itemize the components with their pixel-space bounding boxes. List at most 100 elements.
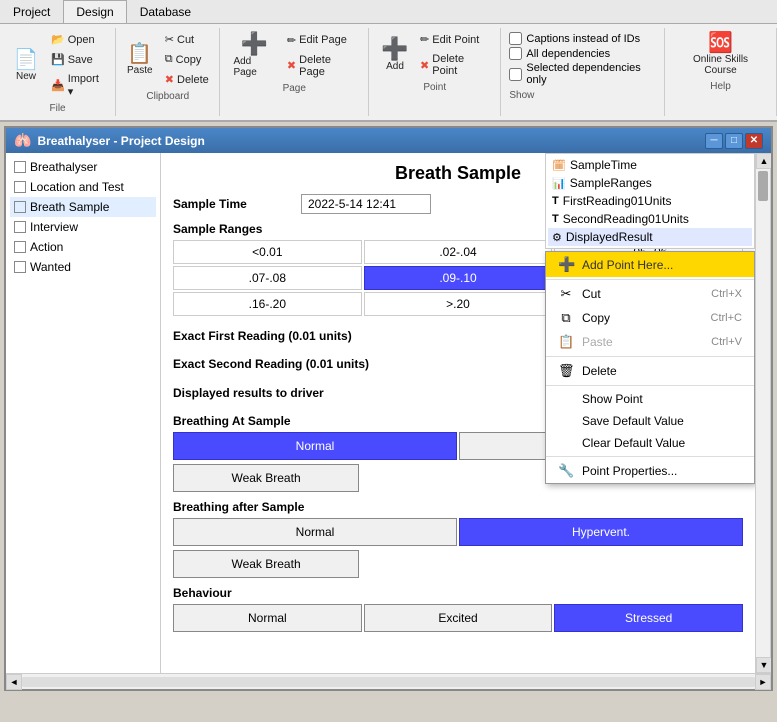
ctx-delete[interactable]: 🗑 Delete — [546, 359, 754, 383]
ctx-show-point[interactable]: Show Point — [546, 388, 754, 410]
btn-copy[interactable]: ⧉ Copy — [160, 50, 214, 69]
field-sample-ranges[interactable]: 📊 SampleRanges — [548, 174, 752, 192]
btn-delete-page[interactable]: ✖ Delete Page — [282, 51, 360, 81]
btn-delete-point[interactable]: ✖ Delete Point — [415, 50, 492, 80]
add-page-icon: ➕ — [240, 33, 267, 55]
cb-location — [14, 181, 26, 193]
sidebar-item-breath-sample[interactable]: Breath Sample — [10, 197, 156, 217]
sidebar-item-location[interactable]: Location and Test — [10, 177, 156, 197]
cb-breath — [14, 201, 26, 213]
btn-save[interactable]: 💾 Save — [46, 50, 107, 69]
delete-page-icon: ✖ — [287, 59, 296, 72]
ctx-sep-2 — [546, 356, 754, 357]
sample-time-label: Sample Time — [173, 197, 293, 211]
field-icon-3: T — [552, 195, 559, 207]
tab-project[interactable]: Project — [0, 0, 63, 23]
behaviour-excited[interactable]: Excited — [364, 604, 553, 632]
ctx-copy[interactable]: ⧉ Copy Ctrl+C — [546, 306, 754, 330]
win-minimize[interactable]: ─ — [705, 133, 723, 149]
scroll-thumb[interactable] — [758, 171, 768, 201]
breathing-at-normal[interactable]: Normal — [173, 432, 457, 460]
breathing-after-hypervent[interactable]: Hypervent. — [459, 518, 743, 546]
scroll-down-btn[interactable]: ▼ — [756, 657, 771, 673]
open-icon: 📂 — [51, 33, 65, 46]
copy-icon: ⧉ — [165, 53, 173, 66]
btn-delete-clip[interactable]: ✖ Delete — [160, 70, 214, 89]
field-second-reading[interactable]: T SecondReading01Units — [548, 210, 752, 228]
btn-paste[interactable]: 📋 Paste — [122, 41, 158, 79]
btn-edit-point[interactable]: ✏ Edit Point — [415, 30, 492, 49]
range-cell-3[interactable]: .07-.08 — [173, 266, 362, 290]
ctx-add-point[interactable]: ➕ Add Point Here... — [546, 252, 754, 277]
ctx-cut-icon: ✂ — [558, 286, 574, 302]
range-cell-1[interactable]: .02-.04 — [364, 240, 553, 264]
tab-database[interactable]: Database — [127, 0, 204, 23]
delete-point-icon: ✖ — [420, 59, 429, 72]
btn-open[interactable]: 📂 Open — [46, 30, 107, 49]
breathing-after-group: Normal Hypervent. — [173, 518, 743, 546]
btn-new[interactable]: 📄 New — [8, 47, 44, 85]
behaviour-group: Normal Excited Stressed — [173, 604, 743, 632]
scroll-up-btn[interactable]: ▲ — [756, 153, 771, 169]
btn-import[interactable]: 📥 Import ▾ — [46, 70, 107, 101]
behaviour-normal[interactable]: Normal — [173, 604, 362, 632]
cut-icon: ✂ — [165, 33, 174, 46]
ctx-save-default[interactable]: Save Default Value — [546, 410, 754, 432]
breathing-after-label: Breathing after Sample — [173, 500, 743, 514]
range-cell-4[interactable]: .09-.10 — [364, 266, 553, 290]
range-cell-0[interactable]: <0.01 — [173, 240, 362, 264]
btn-edit-page[interactable]: ✏ Edit Page — [282, 31, 360, 50]
tab-design[interactable]: Design — [63, 0, 126, 23]
ctx-clear-default[interactable]: Clear Default Value — [546, 432, 754, 454]
breathing-after-normal[interactable]: Normal — [173, 518, 457, 546]
field-displayed-result[interactable]: ⚙ DisplayedResult — [548, 228, 752, 246]
field-first-reading[interactable]: T FirstReading01Units — [548, 192, 752, 210]
scroll-left-btn[interactable]: ◄ — [6, 674, 22, 690]
breathing-at-weak[interactable]: Weak Breath — [173, 464, 359, 492]
show-all-deps[interactable]: All dependencies — [509, 47, 610, 60]
range-cell-7[interactable]: >.20 — [364, 292, 553, 316]
scroll-track — [756, 169, 770, 657]
file-group-label: File — [50, 103, 66, 114]
field-sample-time[interactable]: 🗓 SampleTime — [548, 156, 752, 174]
ribbon: Project Design Database 📄 New 📂 Open 💾 — [0, 0, 777, 122]
ctx-cut[interactable]: ✂ Cut Ctrl+X — [546, 282, 754, 306]
sidebar-item-wanted[interactable]: Wanted — [10, 257, 156, 277]
breathing-after-weak[interactable]: Weak Breath — [173, 550, 359, 578]
btn-add-point[interactable]: ➕ Add — [377, 35, 413, 75]
add-point-icon: ➕ — [381, 38, 408, 60]
win-maximize[interactable]: □ — [725, 133, 743, 149]
captions-checkbox[interactable] — [509, 32, 522, 45]
win-close[interactable]: ✕ — [745, 133, 763, 149]
all-deps-checkbox[interactable] — [509, 47, 522, 60]
show-captions[interactable]: Captions instead of IDs — [509, 32, 640, 45]
btn-cut[interactable]: ✂ Cut — [160, 30, 214, 49]
bottom-scrollbar: ◄ ► — [6, 673, 771, 689]
field-icon-1: 🗓 — [552, 159, 566, 172]
sidebar-item-breathalyser[interactable]: Breathalyser — [10, 157, 156, 177]
sidebar-item-action[interactable]: Action — [10, 237, 156, 257]
behaviour-stressed[interactable]: Stressed — [554, 604, 743, 632]
range-cell-6[interactable]: .16-.20 — [173, 292, 362, 316]
help-group-label: Help — [710, 81, 731, 92]
sidebar-item-interview[interactable]: Interview — [10, 217, 156, 237]
ribbon-group-point: ➕ Add ✏ Edit Point ✖ Delete Point Point — [369, 28, 501, 116]
ctx-point-props[interactable]: 🔧 Point Properties... — [546, 459, 754, 483]
ribbon-group-file: 📄 New 📂 Open 💾 Save 📥 Import ▾ — [0, 28, 116, 116]
show-selected-deps[interactable]: Selected dependencies only — [509, 62, 656, 86]
add-point-ctx-icon: ➕ — [558, 256, 574, 273]
sample-time-input[interactable] — [301, 194, 431, 214]
app-body: Breathalyser Location and Test Breath Sa… — [6, 153, 771, 673]
scroll-right-btn[interactable]: ► — [755, 674, 771, 690]
main-panel: ▲ ▼ Breath Sample Sample Time Sample Ran… — [161, 153, 771, 673]
btn-help[interactable]: 🆘 Online Skills Course — [673, 30, 768, 79]
cb-wanted — [14, 261, 26, 273]
ctx-paste: 📋 Paste Ctrl+V — [546, 330, 754, 354]
win-controls: ─ □ ✕ — [705, 133, 763, 149]
app-window: 🫁 Breathalyser - Project Design ─ □ ✕ Br… — [4, 126, 773, 691]
selected-deps-checkbox[interactable] — [509, 68, 522, 81]
btn-add-page[interactable]: ➕ Add Page — [228, 30, 279, 81]
vertical-scrollbar: ▲ ▼ — [755, 153, 771, 673]
edit-page-icon: ✏ — [287, 34, 296, 47]
ribbon-group-help: 🆘 Online Skills Course Help — [665, 28, 777, 116]
